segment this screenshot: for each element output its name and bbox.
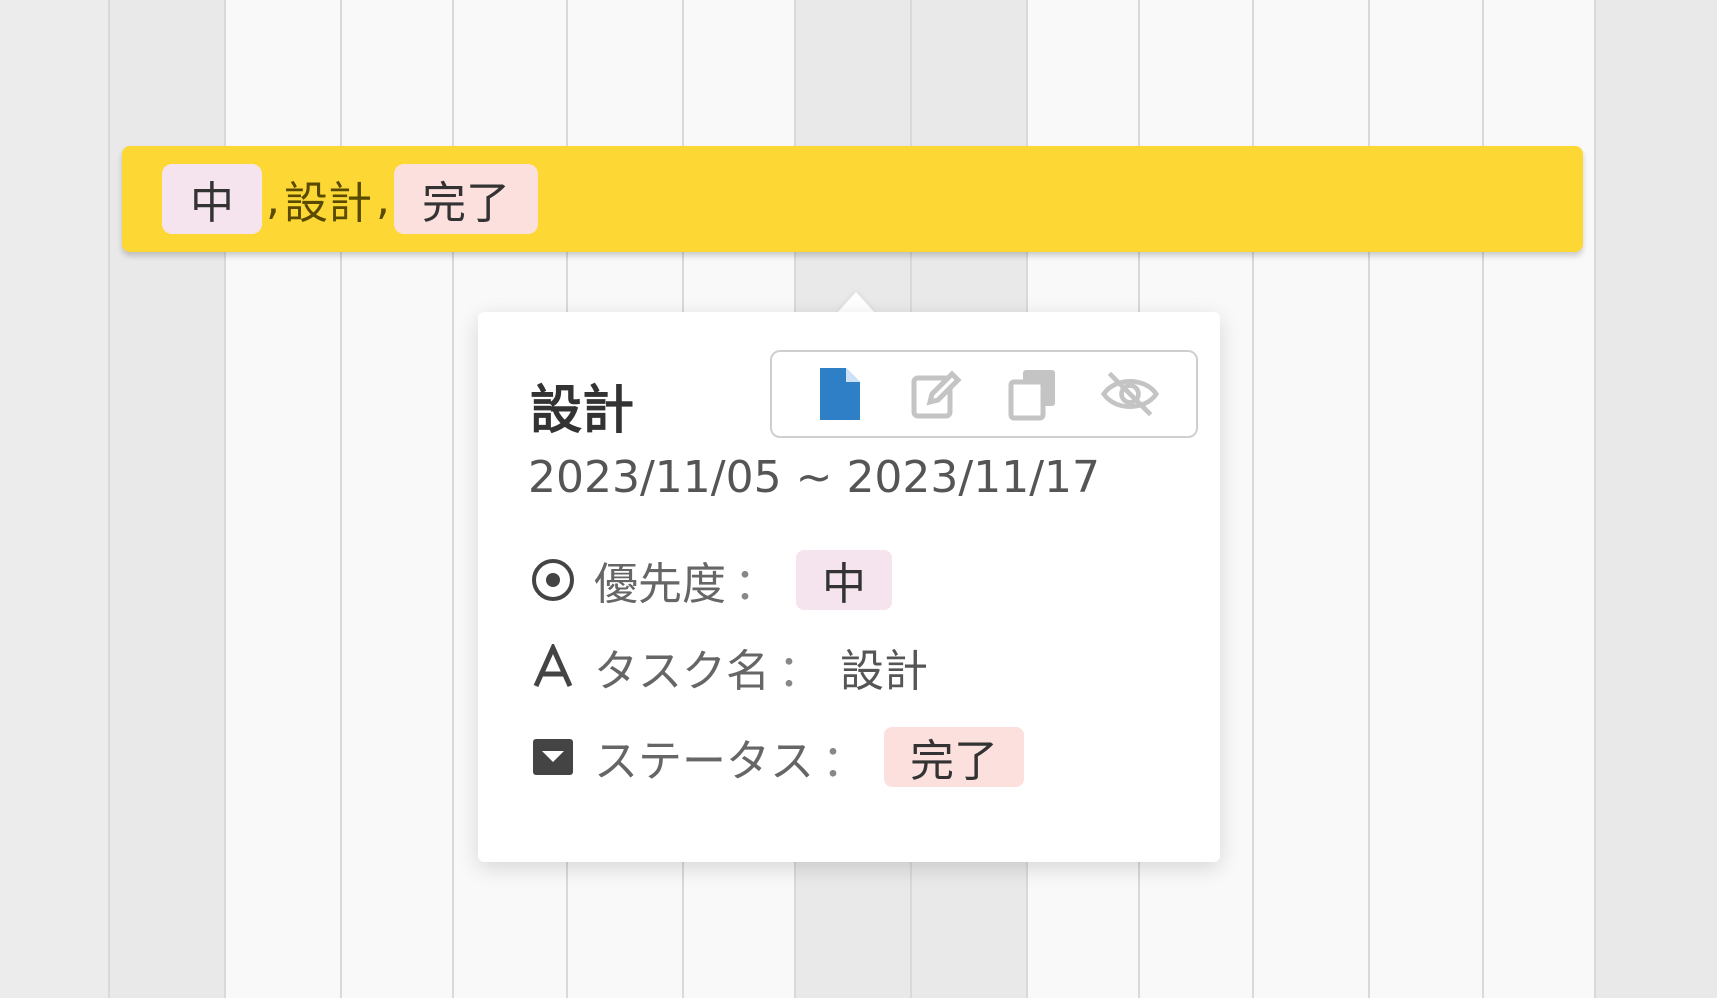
popover-toolbar (770, 350, 1198, 438)
property-colon: ： (734, 559, 778, 610)
task-bar-separator: , (376, 173, 390, 225)
edit-icon[interactable] (906, 364, 966, 424)
select-icon (528, 732, 578, 782)
property-label: 優先度 (594, 559, 726, 610)
property-label: ステータス (594, 736, 814, 787)
timeline-column (0, 0, 110, 998)
task-bar-priority-tag: 中 (162, 164, 262, 234)
property-colon: ： (778, 646, 822, 697)
property-label: タスク名 (594, 646, 770, 697)
property-value-status-tag: 完了 (884, 727, 1024, 787)
popover-title: 設計 (530, 381, 635, 441)
document-icon[interactable] (809, 364, 869, 424)
property-colon: ： (822, 736, 866, 787)
target-icon (528, 555, 578, 605)
popover-date-range: 2023/11/05 ~ 2023/11/17 (528, 452, 1101, 503)
task-bar-status-tag: 完了 (394, 164, 538, 234)
property-row-task-name: タスク名 ： 設計 (528, 632, 928, 702)
popover-arrow (836, 292, 876, 314)
timeline-column (1596, 0, 1717, 998)
text-icon (528, 642, 578, 692)
property-value-priority-tag: 中 (796, 550, 892, 610)
property-value-task-name: 設計 (840, 646, 928, 697)
duplicate-icon[interactable] (1003, 364, 1063, 424)
task-detail-popover: 設計 2023/11/05 ~ 2023/11/17 優先度 ： 中 タスク名 … (478, 312, 1220, 862)
task-bar-separator: , (266, 173, 280, 225)
hide-icon[interactable] (1100, 364, 1160, 424)
gantt-task-bar[interactable]: 中 , 設計 , 完了 (122, 146, 1583, 252)
property-row-priority: 優先度 ： 中 (528, 545, 892, 615)
property-row-status: ステータス ： 完了 (528, 722, 1024, 792)
task-bar-task-name: 設計 (284, 178, 372, 229)
